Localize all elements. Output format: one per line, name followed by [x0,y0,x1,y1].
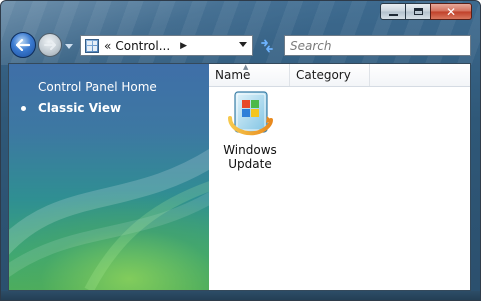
windows-update-icon [228,91,273,136]
sort-ascending-icon: ▲ [243,63,249,71]
maximize-button[interactable] [405,3,431,20]
explorer-window: ✕ « Control... ▶ Search Control Panel Ho… [0,0,481,301]
address-overflow-chevron[interactable]: « [104,39,111,53]
column-category-label: Category [296,68,351,82]
column-category[interactable]: Category [290,64,370,86]
refresh-icon [261,39,273,52]
caption-buttons: ✕ [380,3,472,21]
column-name[interactable]: ▲ Name [209,64,290,86]
content-area: Control Panel Home Classic View ▲ Name C… [8,63,471,291]
address-dropdown-icon[interactable] [239,42,247,47]
breadcrumb-arrow[interactable]: ▶ [180,41,187,51]
refresh-button[interactable] [256,35,278,56]
maximize-icon [413,8,423,15]
column-header: ▲ Name Category [209,64,470,87]
chevron-down-icon [65,43,73,49]
search-placeholder: Search [290,38,332,53]
forward-button[interactable] [38,33,62,57]
column-filler [370,64,470,86]
close-button[interactable]: ✕ [430,3,472,20]
forward-arrow-icon [44,40,56,50]
task-pane: Control Panel Home Classic View [9,64,209,290]
minimize-icon [388,13,398,16]
close-icon: ✕ [445,4,457,19]
items-pane: ▲ Name Category Windows Update [209,64,470,290]
back-button[interactable] [10,32,36,58]
window-bottom-frame [1,291,480,300]
selected-bullet-icon [21,106,26,111]
address-bar[interactable]: « Control... ▶ [80,35,253,56]
classic-view-link[interactable]: Classic View [38,101,121,115]
recent-pages-dropdown[interactable] [64,41,74,51]
list-item-windows-update[interactable]: Windows Update [219,90,281,171]
breadcrumb-control-panel[interactable]: Control... [115,39,170,53]
control-panel-home-link[interactable]: Control Panel Home [38,80,157,94]
search-box[interactable]: Search [284,35,471,56]
control-panel-icon [85,38,99,53]
minimize-button[interactable] [380,3,406,20]
back-arrow-icon [16,39,30,51]
aurora-decoration [9,148,209,290]
list-item-label: Windows Update [223,143,277,171]
